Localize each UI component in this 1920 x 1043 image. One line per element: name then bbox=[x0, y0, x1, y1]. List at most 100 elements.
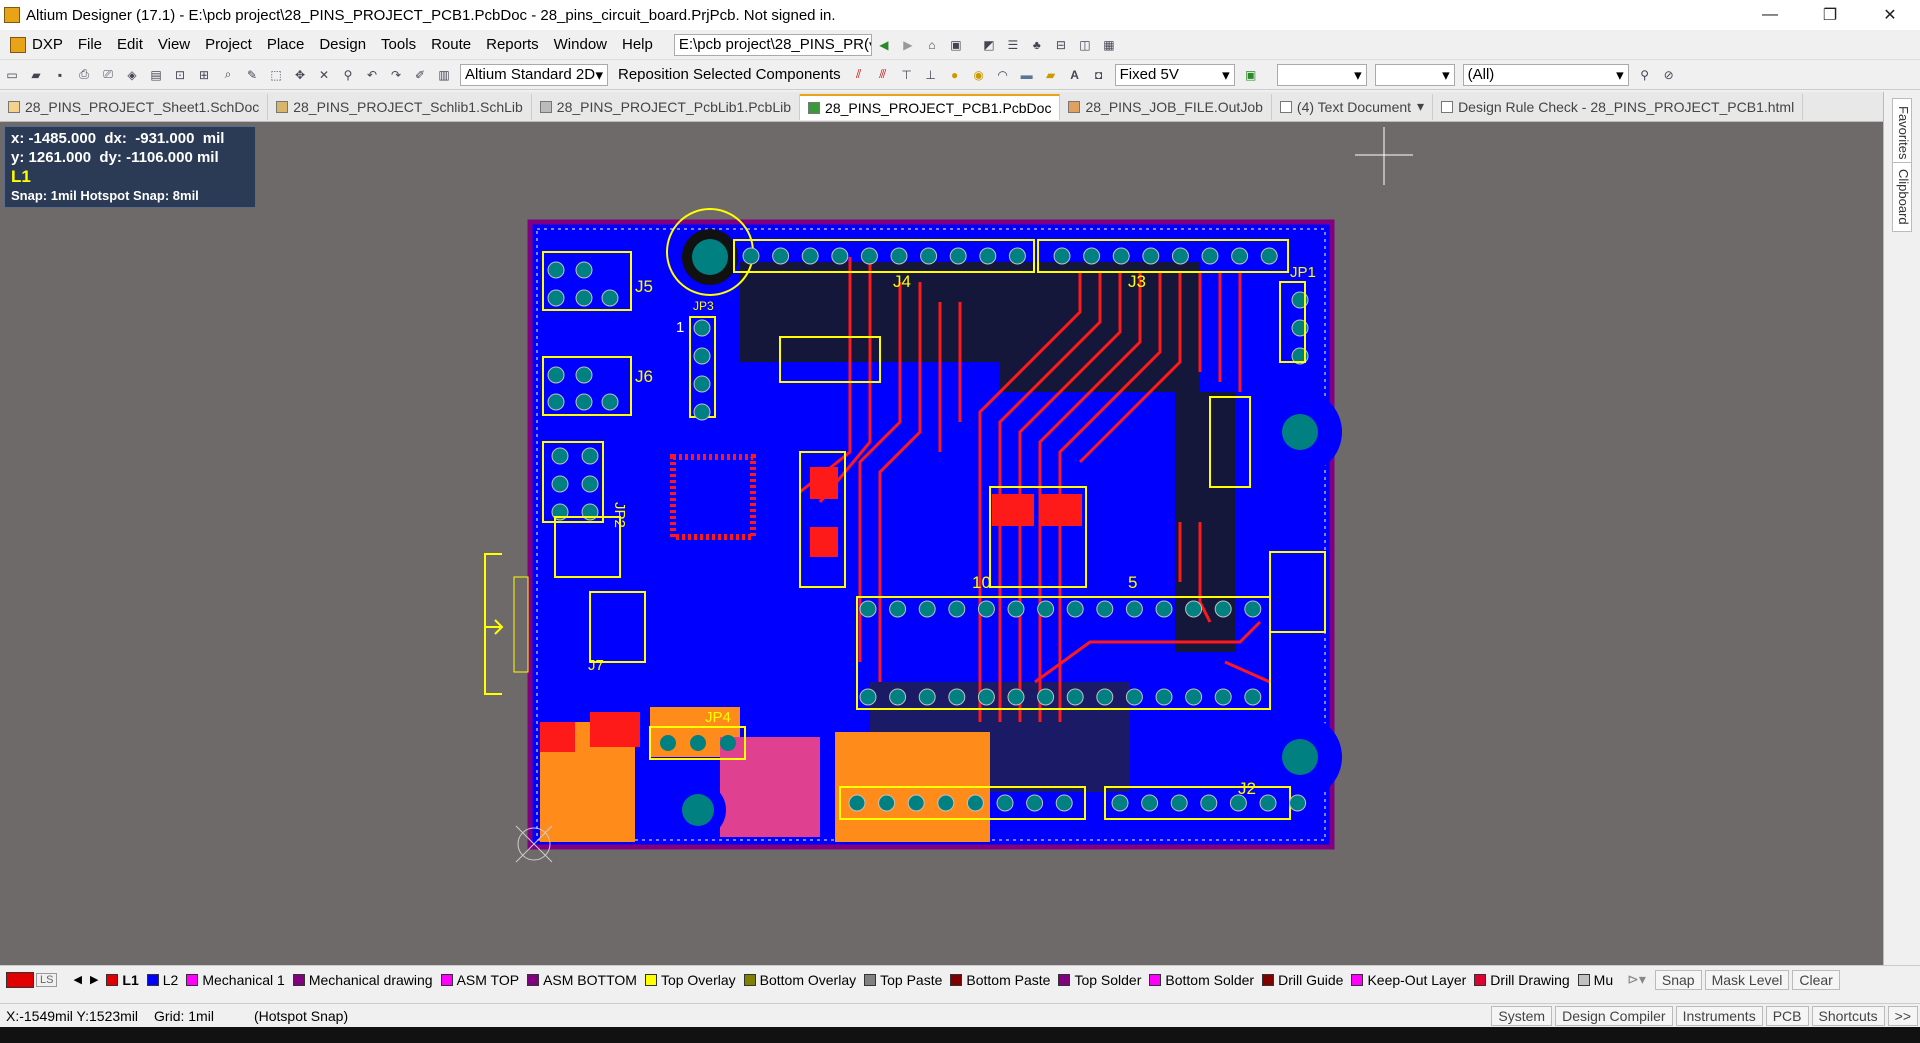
grid-icon[interactable]: ▦ bbox=[1100, 36, 1118, 54]
room-icon[interactable]: ◫ bbox=[1076, 36, 1094, 54]
distribute-icon[interactable]: ⊟ bbox=[1052, 36, 1070, 54]
home-icon[interactable]: ⌂ bbox=[923, 36, 941, 54]
layer-tab-asm-bottom[interactable]: ASM BOTTOM bbox=[527, 972, 637, 988]
tab-text-documents[interactable]: (4) Text Document ▾ bbox=[1272, 93, 1434, 120]
menu-tools[interactable]: Tools bbox=[381, 36, 416, 53]
snap-button[interactable]: Snap bbox=[1654, 969, 1702, 990]
document-path-dropdown[interactable]: E:\pcb project\28_PINS_PR(▾ bbox=[673, 33, 872, 56]
highlight-icon[interactable]: ✐ bbox=[411, 66, 429, 84]
system-panel-button[interactable]: System bbox=[1491, 1005, 1553, 1026]
deselect-icon[interactable]: ✕ bbox=[315, 66, 333, 84]
favorites-panel-tab[interactable]: Favorites bbox=[1892, 98, 1912, 168]
cross-probe-icon[interactable]: ✎ bbox=[243, 66, 261, 84]
layer-tab-keep-out-layer[interactable]: Keep-Out Layer bbox=[1351, 972, 1466, 988]
more-panels-button[interactable]: >> bbox=[1887, 1005, 1918, 1026]
layer-tab-l1[interactable]: L1 bbox=[106, 972, 139, 988]
layer-tab-top-overlay[interactable]: Top Overlay bbox=[644, 972, 736, 988]
folder-icon[interactable]: ▤ bbox=[147, 66, 165, 84]
scroll-left-icon[interactable]: ◀ bbox=[73, 973, 81, 986]
layer-tab-mechanical-1[interactable]: Mechanical 1 bbox=[186, 972, 285, 988]
bookmark-icon[interactable]: ▣ bbox=[947, 36, 965, 54]
move-icon[interactable]: ✥ bbox=[291, 66, 309, 84]
design-compiler-button[interactable]: Design Compiler bbox=[1555, 1005, 1673, 1026]
redo-icon[interactable]: ↷ bbox=[387, 66, 405, 84]
minimize-button[interactable]: — bbox=[1740, 0, 1800, 30]
clipboard-panel-tab[interactable]: Clipboard bbox=[1892, 162, 1912, 232]
menu-place[interactable]: Place bbox=[267, 36, 305, 53]
layer-set-button[interactable]: LS bbox=[36, 972, 58, 987]
tab-drc-report[interactable]: Design Rule Check - 28_PINS_PROJECT_PCB1… bbox=[1433, 93, 1804, 120]
tab-schlib[interactable]: 28_PINS_PROJECT_Schlib1.SchLib bbox=[268, 93, 532, 120]
reposition-button[interactable]: Reposition Selected Components bbox=[618, 66, 841, 83]
string-icon[interactable]: A bbox=[1066, 66, 1084, 84]
filter-scope-dropdown[interactable]: (All) ▾ bbox=[1462, 63, 1629, 86]
menu-dxp[interactable]: DXP bbox=[32, 36, 63, 53]
menu-design[interactable]: Design bbox=[319, 36, 366, 53]
open-folder-icon[interactable]: ▰ bbox=[27, 66, 45, 84]
polygon-icon[interactable]: ▰ bbox=[1042, 66, 1060, 84]
layer-tab-top-paste[interactable]: Top Paste bbox=[864, 972, 942, 988]
diff-pair-icon[interactable]: ⫻ bbox=[874, 66, 892, 84]
undo-icon[interactable]: ↶ bbox=[363, 66, 381, 84]
fanout-icon[interactable]: ⊥ bbox=[922, 66, 940, 84]
print-icon[interactable]: ⎙ bbox=[75, 66, 93, 84]
instruments-button[interactable]: Instruments bbox=[1675, 1005, 1763, 1026]
new-file-icon[interactable]: ▭ bbox=[3, 66, 21, 84]
layer-tab-drill-drawing[interactable]: Drill Drawing bbox=[1474, 972, 1570, 988]
pcb-canvas[interactable]: J5 J6 J4 J3 JP1 JP3 JP4 J7 J2 10 5 1 JP2… bbox=[0, 122, 1883, 965]
scroll-right-icon[interactable]: ▶ bbox=[90, 973, 98, 986]
menu-project[interactable]: Project bbox=[205, 36, 252, 53]
tab-pcb1-pcbdoc[interactable]: 28_PINS_PROJECT_PCB1.PcbDoc bbox=[800, 93, 1061, 120]
layer-tab-drill-guide[interactable]: Drill Guide bbox=[1262, 972, 1343, 988]
forward-icon[interactable]: ▶ bbox=[899, 36, 917, 54]
via-icon[interactable]: ◉ bbox=[970, 66, 988, 84]
interactive-route-icon[interactable]: ⫽ bbox=[850, 66, 868, 84]
apply-filter-icon[interactable]: ⚲ bbox=[1636, 66, 1654, 84]
pad-icon[interactable]: ● bbox=[946, 66, 964, 84]
back-icon[interactable]: ◀ bbox=[875, 36, 893, 54]
zoom-area-icon[interactable]: ⊞ bbox=[195, 66, 213, 84]
component-icon[interactable]: ♣ bbox=[1028, 36, 1046, 54]
clear-filter-icon[interactable]: ⊘ bbox=[1660, 66, 1678, 84]
menu-view[interactable]: View bbox=[158, 36, 190, 53]
chart-icon[interactable]: ◩ bbox=[980, 36, 998, 54]
multi-route-icon[interactable]: ⊤ bbox=[898, 66, 916, 84]
layer-tab-top-solder[interactable]: Top Solder bbox=[1058, 972, 1141, 988]
fill-icon[interactable]: ▬ bbox=[1018, 66, 1036, 84]
tab-sheet1-schdoc[interactable]: 28_PINS_PROJECT_Sheet1.SchDoc bbox=[0, 93, 269, 120]
layer-tab-asm-top[interactable]: ASM TOP bbox=[440, 972, 519, 988]
filter-dropdown-2[interactable]: ▾ bbox=[1374, 63, 1455, 86]
print-preview-icon[interactable]: ⎚ bbox=[99, 66, 117, 84]
component-place-icon[interactable]: ◘ bbox=[1090, 66, 1108, 84]
view-mode-dropdown[interactable]: Altium Standard 2D ▾ bbox=[460, 63, 608, 86]
menu-help[interactable]: Help bbox=[622, 36, 653, 53]
pcb-board-view[interactable]: J5 J6 J4 J3 JP1 JP3 JP4 J7 J2 10 5 1 JP2 bbox=[0, 122, 1883, 965]
tab-outjob[interactable]: 28_PINS_JOB_FILE.OutJob bbox=[1060, 93, 1272, 120]
layer-menu-icon[interactable]: ⊳▾ bbox=[1627, 971, 1646, 988]
shortcuts-button[interactable]: Shortcuts bbox=[1811, 1005, 1885, 1026]
menu-window[interactable]: Window bbox=[554, 36, 607, 53]
mask-level-button[interactable]: Mask Level bbox=[1704, 969, 1790, 990]
layer-tab-mu[interactable]: Mu bbox=[1577, 972, 1613, 988]
clear-filter-icon[interactable]: ⚲ bbox=[339, 66, 357, 84]
board-icon[interactable]: ▣ bbox=[1242, 66, 1260, 84]
menu-route[interactable]: Route bbox=[431, 36, 471, 53]
layer-tab-bottom-overlay[interactable]: Bottom Overlay bbox=[743, 972, 856, 988]
menu-file[interactable]: File bbox=[78, 36, 102, 53]
restore-button[interactable]: ❐ bbox=[1800, 0, 1860, 30]
close-button[interactable]: ✕ bbox=[1860, 0, 1920, 30]
net-class-dropdown[interactable]: Fixed 5V ▾ bbox=[1114, 63, 1235, 86]
menu-reports[interactable]: Reports bbox=[486, 36, 539, 53]
clear-button[interactable]: Clear bbox=[1792, 969, 1840, 990]
layers-icon[interactable]: ◈ bbox=[123, 66, 141, 84]
menu-edit[interactable]: Edit bbox=[117, 36, 143, 53]
zoom-icon[interactable]: ⌕ bbox=[219, 66, 237, 84]
layer-tab-l2[interactable]: L2 bbox=[146, 972, 178, 988]
select-rect-icon[interactable]: ⬚ bbox=[267, 66, 285, 84]
zoom-fit-icon[interactable]: ⊡ bbox=[171, 66, 189, 84]
layer-tab-mechanical-drawing[interactable]: Mechanical drawing bbox=[292, 972, 433, 988]
save-icon[interactable]: ▪ bbox=[51, 66, 69, 84]
align-icon[interactable]: ☰ bbox=[1004, 36, 1022, 54]
report-icon[interactable]: ▥ bbox=[435, 66, 453, 84]
layer-tab-bottom-paste[interactable]: Bottom Paste bbox=[950, 972, 1050, 988]
